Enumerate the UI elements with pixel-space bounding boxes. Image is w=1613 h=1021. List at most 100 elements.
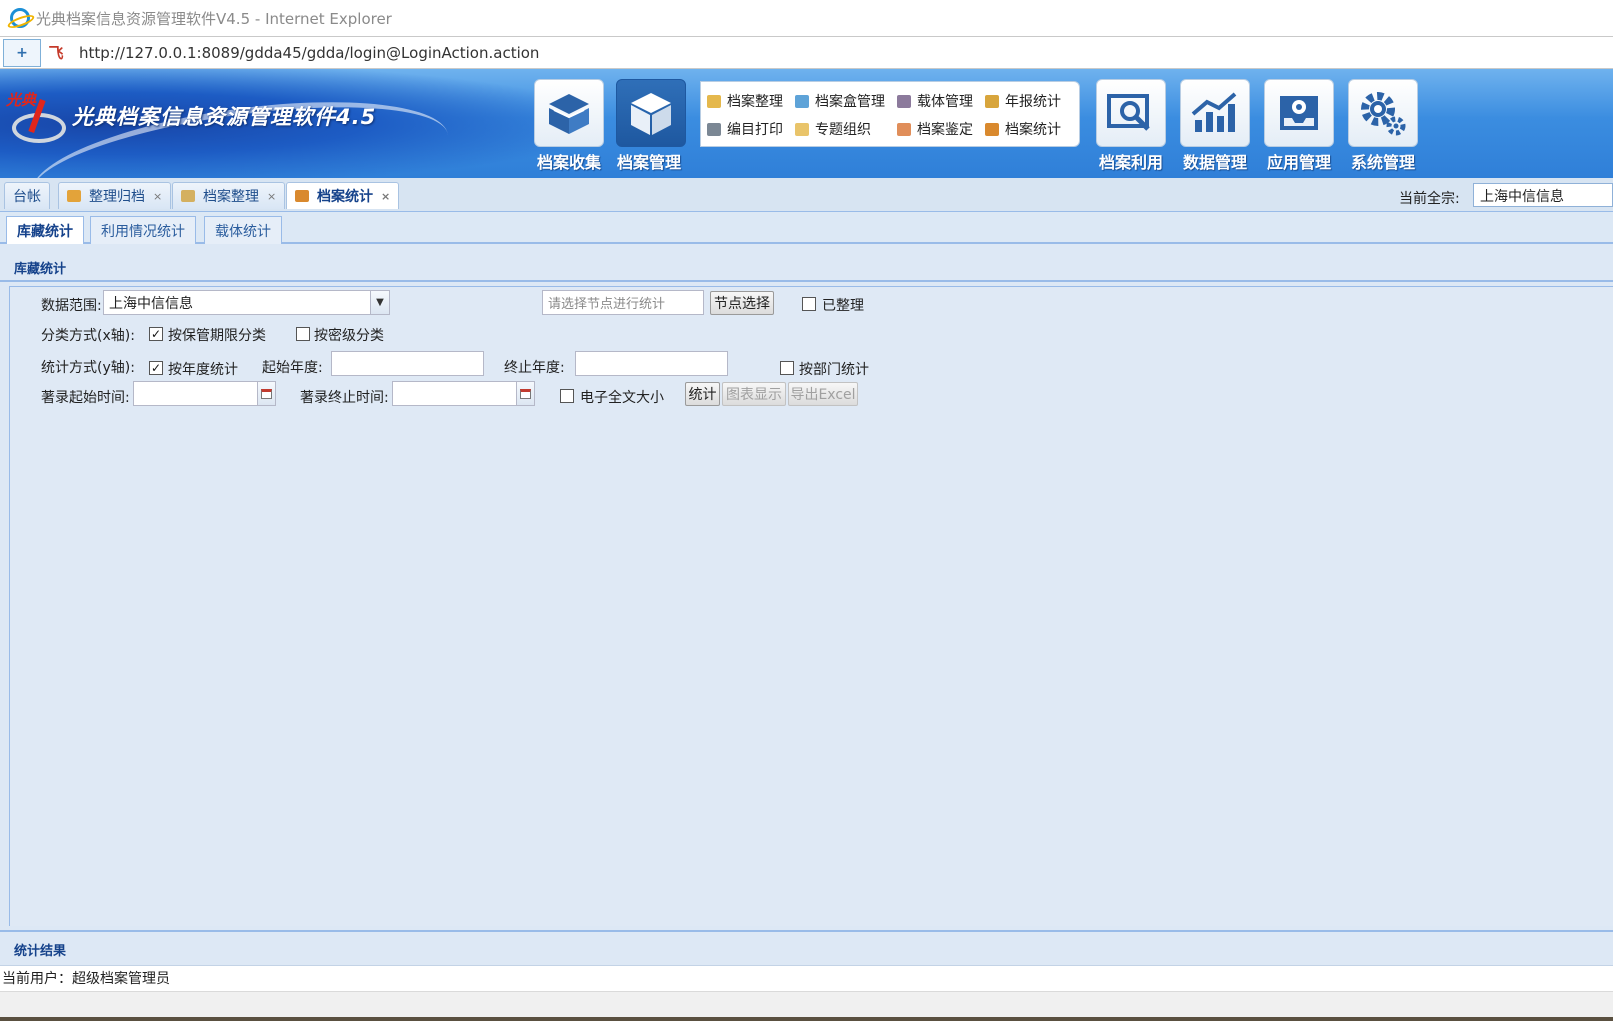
stat-button[interactable]: 统计 bbox=[685, 382, 720, 406]
by-dept-label: 按部门统计 bbox=[799, 362, 869, 378]
query-form: 数据范围: 上海中信信息 ▼ 请选择节点进行统计 节点选择 已整理 分类方式(x… bbox=[9, 286, 1613, 926]
organized-checkbox[interactable] bbox=[802, 297, 816, 311]
data-scope-combo[interactable]: 上海中信信息 bbox=[103, 290, 371, 315]
submenu-topic-organize[interactable]: 专题组织 bbox=[795, 119, 871, 139]
node-input[interactable]: 请选择节点进行统计 bbox=[542, 290, 704, 315]
start-year-input[interactable] bbox=[331, 351, 484, 376]
chevron-down-icon[interactable]: ▼ bbox=[370, 290, 390, 315]
record-end-calendar[interactable] bbox=[516, 381, 535, 406]
menu-data-manage[interactable] bbox=[1180, 79, 1250, 147]
submenu-catalog-print[interactable]: 编目打印 bbox=[707, 119, 783, 139]
panel-title: 库藏统计 bbox=[0, 258, 1613, 282]
by-year-label: 按年度统计 bbox=[168, 362, 238, 378]
tab-media-stats[interactable]: 载体统计 bbox=[204, 216, 282, 244]
tab-organize-file[interactable]: 整理归档 × bbox=[58, 182, 172, 209]
current-zong-field[interactable]: 上海中信信息 bbox=[1473, 183, 1613, 207]
submenu-archive-organize[interactable]: 档案整理 bbox=[707, 91, 783, 111]
tab-ledger[interactable]: 台帐 bbox=[4, 182, 50, 209]
e-fulltext-checkbox[interactable] bbox=[560, 389, 574, 403]
submenu-box-manage[interactable]: 档案盒管理 bbox=[795, 91, 885, 111]
submenu-label: 档案盒管理 bbox=[815, 94, 885, 110]
record-end-label: 著录终止时间: bbox=[300, 390, 389, 406]
current-zong-label: 当前全宗: bbox=[1399, 191, 1460, 207]
folder-icon bbox=[707, 94, 721, 108]
topic-icon bbox=[795, 122, 809, 136]
calendar-icon bbox=[520, 388, 531, 399]
by-dept-checkbox[interactable] bbox=[780, 361, 794, 375]
tab-holdings-stats[interactable]: 库藏统计 bbox=[6, 216, 84, 244]
menu-app-manage[interactable] bbox=[1264, 79, 1334, 147]
search-window-icon bbox=[1107, 94, 1150, 131]
close-icon[interactable]: × bbox=[153, 190, 162, 203]
submenu-annual-report[interactable]: 年报统计 bbox=[985, 91, 1061, 111]
sub-tab-strip: 库藏统计 利用情况统计 载体统计 bbox=[0, 212, 1613, 244]
by-year-checkbox[interactable]: ✓ bbox=[149, 361, 163, 375]
end-year-label: 终止年度: bbox=[504, 360, 565, 376]
chart-display-button[interactable]: 图表显示 bbox=[722, 382, 786, 406]
stats-panel: 库藏统计 数据范围: 上海中信信息 ▼ 请选择节点进行统计 节点选择 已整理 分… bbox=[0, 244, 1613, 965]
menu-label[interactable]: 系统管理 bbox=[1338, 149, 1428, 173]
end-year-input[interactable] bbox=[575, 351, 728, 376]
current-user: 当前用户：超级档案管理员 bbox=[2, 971, 170, 987]
submenu-label: 年报统计 bbox=[1005, 94, 1061, 110]
gears-icon bbox=[1361, 92, 1406, 136]
appraise-icon bbox=[897, 122, 911, 136]
submenu-appraisal[interactable]: 档案鉴定 bbox=[897, 119, 973, 139]
new-tab-icon[interactable]: + bbox=[3, 38, 41, 67]
close-icon[interactable]: × bbox=[267, 190, 276, 203]
menu-label[interactable]: 应用管理 bbox=[1254, 149, 1344, 173]
tab-label: 档案整理 bbox=[203, 189, 259, 205]
menu-label[interactable]: 档案收集 bbox=[524, 149, 614, 173]
box-icon bbox=[631, 93, 671, 135]
by-retention-checkbox[interactable]: ✓ bbox=[149, 327, 163, 341]
folder-icon bbox=[181, 190, 195, 202]
archive-manage-submenu: 档案整理 档案盒管理 载体管理 年报统计 编目打印 专题组织 档案鉴定 档案统计 bbox=[700, 81, 1080, 147]
menu-label[interactable]: 档案利用 bbox=[1086, 149, 1176, 173]
boxes-icon bbox=[795, 94, 809, 108]
x-axis-label: 分类方式(x轴): bbox=[41, 328, 135, 344]
by-secret-label: 按密级分类 bbox=[314, 328, 384, 344]
status-bar: 当前用户：超级档案管理员 bbox=[0, 965, 1613, 991]
by-secret-checkbox[interactable] bbox=[296, 327, 310, 341]
menu-archive-collect[interactable] bbox=[534, 79, 604, 147]
tab-usage-stats[interactable]: 利用情况统计 bbox=[90, 216, 196, 244]
menu-label[interactable]: 档案管理 bbox=[604, 149, 694, 173]
inbox-gear-icon bbox=[1280, 96, 1318, 130]
start-year-label: 起始年度: bbox=[262, 360, 323, 376]
tab-archive-stats[interactable]: 档案统计 × bbox=[286, 182, 400, 209]
record-start-input[interactable] bbox=[133, 381, 258, 406]
menu-archive-manage[interactable] bbox=[616, 79, 686, 147]
by-retention-label: 按保管期限分类 bbox=[168, 328, 266, 344]
tab-archive-organize[interactable]: 档案整理 × bbox=[172, 182, 286, 209]
close-icon[interactable]: × bbox=[381, 190, 390, 203]
app-name: 光典档案信息资源管理软件4.5 bbox=[72, 105, 377, 129]
url-field[interactable]: http://127.0.0.1:8089/gdda45/gdda/login@… bbox=[79, 44, 539, 62]
desktop-edge bbox=[0, 1017, 1613, 1021]
record-end-input[interactable] bbox=[392, 381, 517, 406]
submenu-label: 载体管理 bbox=[917, 94, 973, 110]
submenu-archive-stats[interactable]: 档案统计 bbox=[985, 119, 1061, 139]
calendar-icon bbox=[261, 388, 272, 399]
e-fulltext-label: 电子全文大小 bbox=[580, 390, 664, 406]
handshake-icon bbox=[67, 190, 81, 202]
export-excel-button[interactable]: 导出Excel bbox=[788, 382, 858, 406]
window-title: 光典档案信息资源管理软件V4.5 - Internet Explorer bbox=[36, 9, 392, 28]
record-start-label: 著录起始时间: bbox=[41, 390, 130, 406]
app-header: 光典 光典档案信息资源管理软件4.5 档案收集 档案管理 档案整理 档案盒管理 bbox=[0, 69, 1613, 178]
tab-label: 台帐 bbox=[13, 189, 41, 205]
tab-label: 档案统计 bbox=[317, 189, 373, 205]
app-logo-text: 光典 bbox=[6, 91, 37, 109]
address-bar: + 飞 http://127.0.0.1:8089/gdda45/gdda/lo… bbox=[0, 36, 1613, 69]
chart-icon bbox=[1191, 92, 1237, 132]
record-start-calendar[interactable] bbox=[257, 381, 276, 406]
browser-title-bar: 光典档案信息资源管理软件V4.5 - Internet Explorer bbox=[0, 0, 1613, 36]
media-icon bbox=[897, 94, 911, 108]
menu-label[interactable]: 数据管理 bbox=[1170, 149, 1260, 173]
menu-system-manage[interactable] bbox=[1348, 79, 1418, 147]
node-select-button[interactable]: 节点选择 bbox=[710, 291, 774, 315]
app-logo: 光典 bbox=[6, 89, 66, 151]
menu-archive-use[interactable] bbox=[1096, 79, 1166, 147]
result-title: 统计结果 bbox=[0, 930, 1613, 964]
submenu-media-manage[interactable]: 载体管理 bbox=[897, 91, 973, 111]
submenu-label: 编目打印 bbox=[727, 122, 783, 138]
